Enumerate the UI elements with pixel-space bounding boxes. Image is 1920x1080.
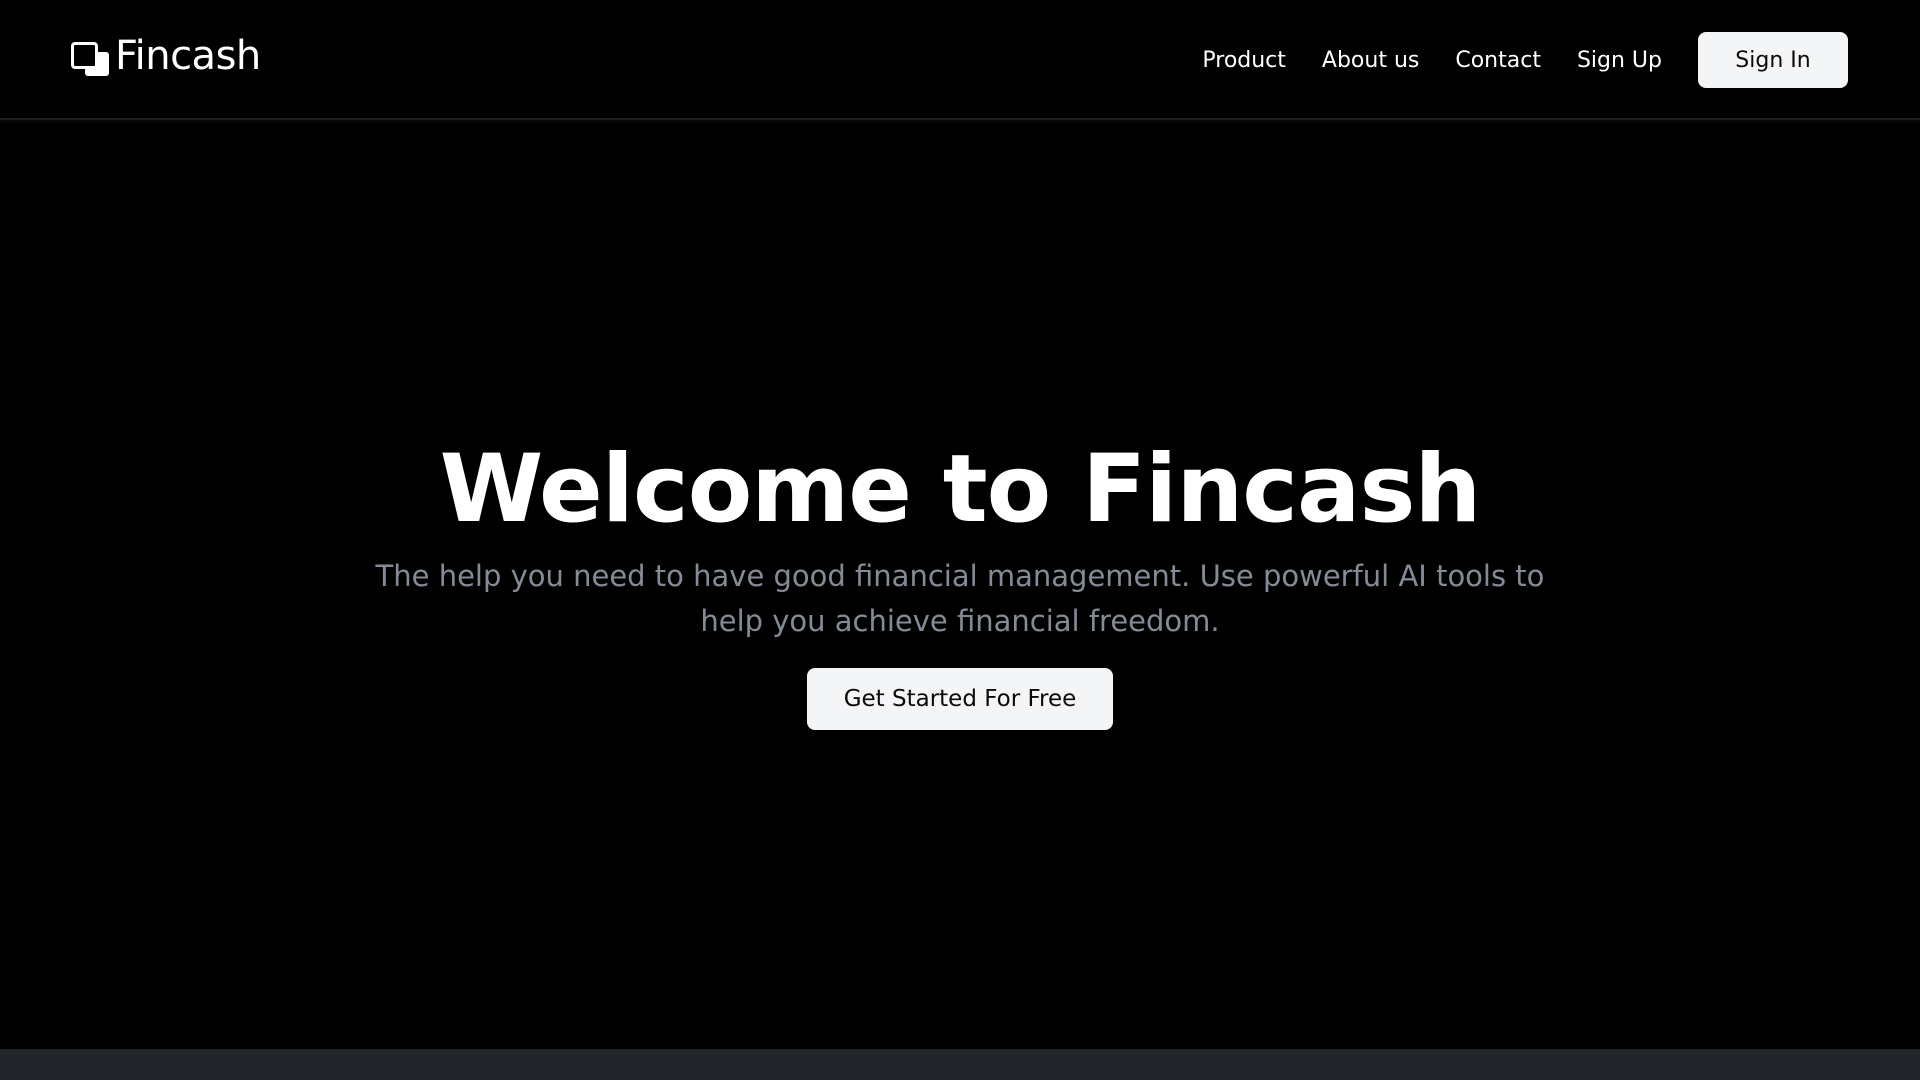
nav-link-about-us[interactable]: About us [1322,48,1419,73]
main-nav: Product About us Contact Sign Up Sign In [1202,32,1848,88]
next-section-edge [0,1049,1920,1080]
nav-link-contact[interactable]: Contact [1455,48,1541,73]
landing-page: Fincash Product About us Contact Sign Up… [0,0,1920,1080]
hero-title: Welcome to Fincash [439,435,1482,544]
top-navbar: Fincash Product About us Contact Sign Up… [0,0,1920,120]
nav-link-sign-up[interactable]: Sign Up [1577,48,1662,73]
hero-section: Welcome to Fincash The help you need to … [0,120,1920,1050]
sign-in-button[interactable]: Sign In [1698,32,1848,88]
brand-name: Fincash [115,33,261,79]
get-started-button[interactable]: Get Started For Free [807,668,1113,730]
nav-link-product[interactable]: Product [1202,48,1286,73]
stacked-squares-logo-icon [71,36,109,76]
hero-subtitle: The help you need to have good financial… [375,559,1545,638]
brand-logo-link[interactable]: Fincash [71,34,261,78]
